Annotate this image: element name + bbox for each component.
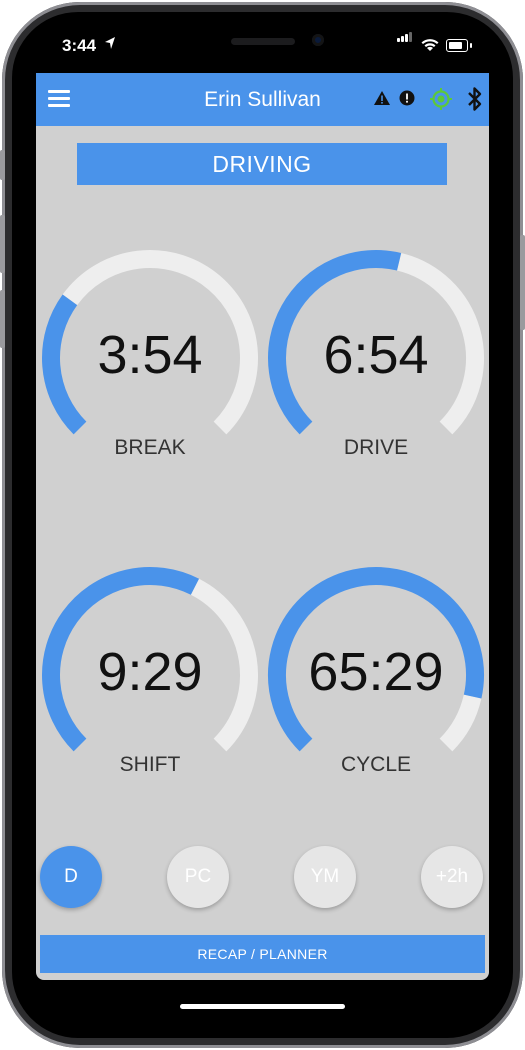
battery-tip [470, 43, 472, 48]
gauge-cycle-value: 65:29 [308, 642, 444, 702]
volume-down-button [0, 290, 5, 348]
recap-planner-button[interactable]: RECAP / PLANNER [40, 935, 485, 973]
location-arrow-icon [105, 37, 115, 49]
status-time: 3:44 [62, 36, 97, 55]
mode-button-personal-conveyance[interactable]: PC [167, 846, 229, 908]
battery-icon [446, 39, 468, 52]
volume-up-button [0, 215, 5, 273]
gauge-shift-label: SHIFT [119, 753, 181, 776]
driver-name: Erin Sullivan [204, 88, 321, 111]
mute-switch [0, 150, 5, 180]
bluetooth-icon[interactable] [467, 86, 483, 112]
error-icon[interactable] [399, 90, 415, 106]
mode-button-driving[interactable]: D [40, 846, 102, 908]
notch [137, 14, 388, 56]
gps-icon[interactable] [429, 87, 453, 111]
front-camera [312, 34, 324, 46]
gauge-cycle: 65:29 CYCLE [266, 565, 486, 785]
mode-button-two-hour-extension[interactable]: +2h [421, 846, 483, 908]
duty-status-banner[interactable]: DRIVING [77, 143, 447, 185]
warning-icon[interactable] [373, 90, 391, 106]
gauge-shift: 9:29 SHIFT [40, 565, 260, 785]
gauge-break-value: 3:54 [97, 325, 203, 385]
gauge-shift-value: 9:29 [97, 642, 203, 702]
gauge-drive-label: DRIVE [343, 436, 409, 459]
mode-button-yard-move[interactable]: YM [294, 846, 356, 908]
app-header: Erin Sullivan [36, 73, 489, 126]
home-indicator[interactable] [180, 1004, 345, 1009]
power-button [520, 235, 525, 330]
gauge-break: 3:54 BREAK [40, 248, 260, 468]
gauge-break-label: BREAK [114, 436, 186, 459]
wifi-icon [421, 39, 439, 51]
gauge-track [439, 694, 482, 752]
gauge-cycle-label: CYCLE [340, 753, 412, 776]
gauge-drive-value: 6:54 [323, 325, 429, 385]
speaker [231, 38, 295, 45]
app-content [36, 73, 489, 980]
gauge-drive: 6:54 DRIVE [266, 248, 486, 468]
